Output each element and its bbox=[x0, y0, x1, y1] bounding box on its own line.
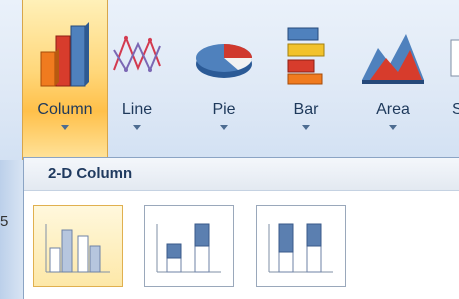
gallery-section-title: 2-D Column bbox=[48, 165, 133, 182]
chevron-down-icon bbox=[133, 125, 141, 130]
100-percent-stacked-column-option[interactable] bbox=[256, 205, 346, 287]
bar-chart-button[interactable]: Bar bbox=[276, 0, 336, 160]
clustered-column-icon bbox=[45, 224, 110, 273]
area-chart-button[interactable]: Area bbox=[356, 0, 430, 160]
100-percent-stacked-column-icon bbox=[268, 223, 333, 273]
bar-chart-icon bbox=[287, 27, 325, 85]
background-cell-text: 5 bbox=[0, 213, 9, 230]
column-chart-button[interactable]: Column bbox=[22, 0, 108, 160]
scatter-chart-label: S bbox=[452, 101, 459, 118]
stacked-column-icon bbox=[156, 223, 221, 273]
chevron-down-icon bbox=[302, 125, 310, 130]
column-chart-icon bbox=[40, 22, 89, 87]
ribbon-charts-group: Column Line Pie Bar Area S bbox=[0, 0, 459, 160]
scatter-chart-button[interactable]: S bbox=[440, 0, 459, 160]
chevron-down-icon bbox=[389, 125, 397, 130]
pie-chart-button[interactable]: Pie bbox=[190, 0, 258, 160]
area-chart-label: Area bbox=[376, 101, 410, 118]
stacked-column-option[interactable] bbox=[144, 205, 234, 287]
line-chart-button[interactable]: Line bbox=[108, 0, 166, 160]
bar-chart-label: Bar bbox=[293, 101, 319, 118]
chevron-down-icon bbox=[220, 125, 228, 130]
area-chart-icon bbox=[362, 34, 424, 84]
pie-chart-label: Pie bbox=[212, 101, 236, 118]
line-chart-icon bbox=[113, 35, 161, 73]
pie-chart-icon bbox=[196, 44, 252, 78]
scatter-chart-icon bbox=[450, 39, 459, 77]
gallery-header: 2-D Column bbox=[24, 158, 459, 191]
column-chart-gallery: 2-D Column bbox=[23, 157, 459, 299]
chevron-down-icon bbox=[61, 125, 69, 130]
clustered-column-option[interactable] bbox=[33, 205, 123, 287]
line-chart-label: Line bbox=[121, 101, 153, 118]
column-chart-label: Column bbox=[37, 101, 93, 118]
